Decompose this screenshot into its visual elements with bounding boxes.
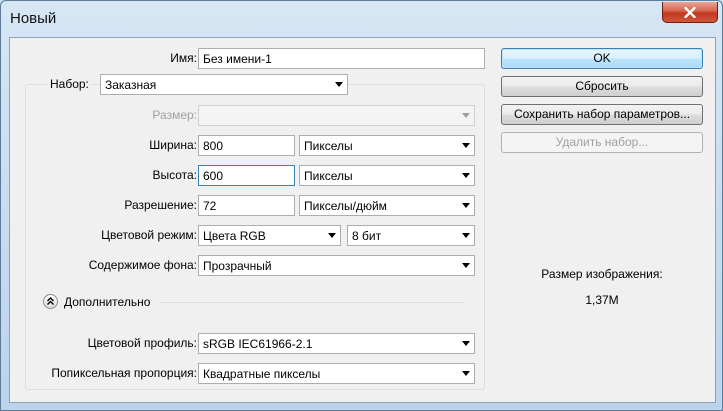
color-profile-label: Цветовой профиль:: [87, 336, 197, 350]
chevron-down-icon: [462, 203, 470, 208]
resolution-label: Разрешение:: [124, 198, 197, 212]
preset-value: Заказная: [105, 78, 157, 92]
chevron-down-icon: [462, 341, 470, 346]
chevron-down-icon: [462, 263, 470, 268]
double-chevron-up-icon: [47, 297, 54, 305]
chevron-down-icon: [462, 113, 470, 118]
preset-label: Набор:: [47, 77, 92, 91]
chevron-down-icon: [462, 143, 470, 148]
chevron-down-icon: [462, 371, 470, 376]
width-label: Ширина:: [149, 138, 197, 152]
bit-depth-select[interactable]: 8 бит: [347, 225, 475, 246]
width-unit-value: Пикселы: [304, 139, 353, 153]
image-size-value: 1,37M: [585, 293, 619, 307]
preset-select[interactable]: Заказная: [100, 74, 348, 95]
advanced-label: Дополнительно: [64, 295, 151, 309]
background-label: Содержимое фона:: [88, 258, 197, 272]
height-unit-select[interactable]: Пикселы: [299, 165, 475, 186]
width-unit-select[interactable]: Пикселы: [299, 135, 475, 156]
dialog-body: Имя: Без имени-1 Набор: Заказная Размер:…: [9, 37, 716, 403]
resolution-unit-select[interactable]: Пикселы/дюйм: [299, 195, 475, 216]
color-profile-value: sRGB IEC61966-2.1: [203, 337, 313, 351]
advanced-toggle-button[interactable]: [43, 294, 58, 309]
chevron-down-icon: [335, 82, 343, 87]
close-button[interactable]: [662, 2, 718, 23]
delete-preset-button: Удалить набор...: [501, 132, 703, 153]
pixel-aspect-label: Попиксельная пропорция:: [51, 366, 197, 380]
ok-button[interactable]: OK: [501, 48, 703, 69]
pixel-aspect-value: Квадратные пикселы: [203, 367, 321, 381]
bit-depth-value: 8 бит: [352, 229, 382, 243]
resolution-unit-value: Пикселы/дюйм: [304, 199, 387, 213]
background-value: Прозрачный: [203, 259, 272, 273]
name-input[interactable]: Без имени-1: [198, 48, 485, 69]
name-label: Имя:: [170, 51, 197, 65]
new-document-dialog: Новый Имя: Без имени-1 Набор: Заказная Р…: [0, 0, 723, 411]
height-label: Высота:: [152, 168, 197, 182]
resolution-input[interactable]: 72: [198, 195, 295, 216]
size-select: [198, 105, 475, 126]
width-input[interactable]: 800: [198, 135, 295, 156]
background-select[interactable]: Прозрачный: [198, 255, 475, 276]
chevron-down-icon: [462, 233, 470, 238]
chevron-down-icon: [462, 173, 470, 178]
window-title: Новый: [10, 10, 57, 27]
color-mode-select[interactable]: Цвета RGB: [198, 225, 341, 246]
image-size-label: Размер изображения:: [541, 267, 663, 281]
color-profile-select[interactable]: sRGB IEC61966-2.1: [198, 333, 475, 354]
reset-button[interactable]: Сбросить: [501, 76, 703, 97]
color-mode-value: Цвета RGB: [203, 229, 266, 243]
size-label: Размер:: [152, 108, 197, 122]
color-mode-label: Цветовой режим:: [101, 228, 197, 242]
save-preset-button[interactable]: Сохранить набор параметров...: [501, 104, 703, 125]
close-icon: [684, 6, 696, 18]
height-input[interactable]: 600: [198, 165, 295, 186]
advanced-separator: [160, 302, 465, 303]
pixel-aspect-select[interactable]: Квадратные пикселы: [198, 363, 475, 384]
height-unit-value: Пикселы: [304, 169, 353, 183]
chevron-down-icon: [328, 233, 336, 238]
